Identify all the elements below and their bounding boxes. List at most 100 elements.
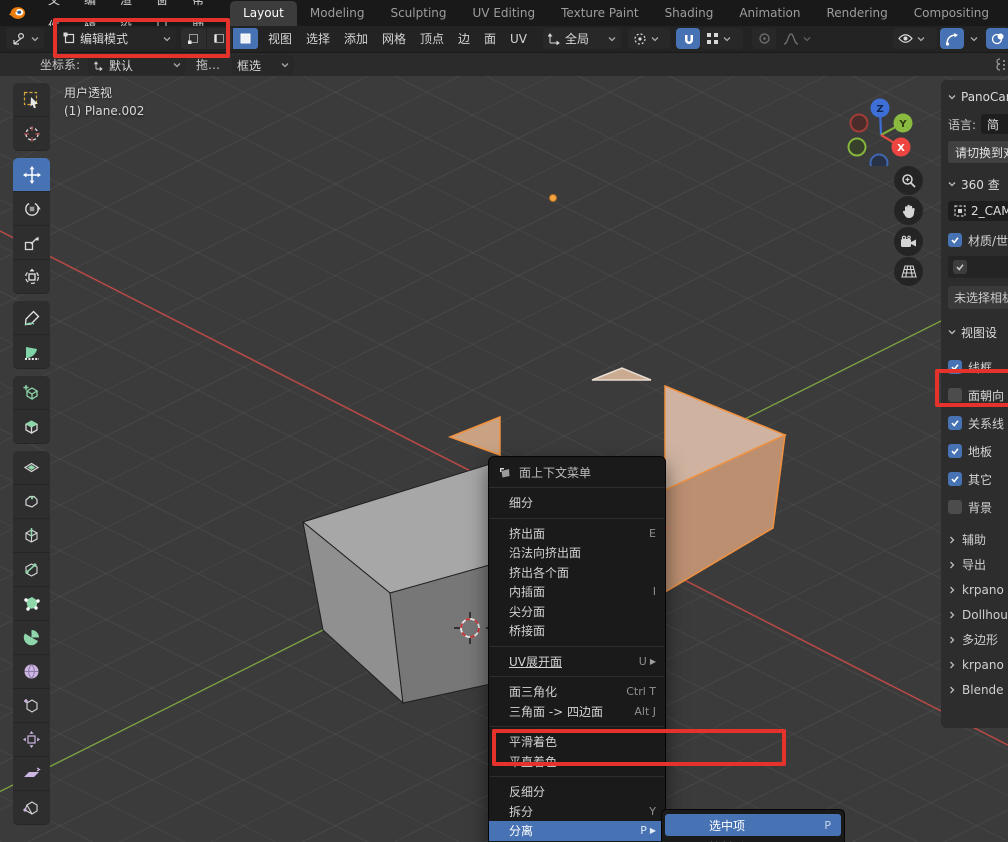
tab-shading[interactable]: Shading: [652, 1, 727, 26]
select-tool-dropdown[interactable]: 框选: [232, 55, 294, 75]
menu-item-uv-unwrap[interactable]: UV展开面U▶: [489, 652, 665, 672]
tool-shear[interactable]: [13, 757, 50, 791]
tab-layout[interactable]: Layout: [230, 1, 297, 26]
tab-compositing[interactable]: Compositing: [901, 1, 1002, 26]
gizmo-minus-z-axis[interactable]: [871, 155, 888, 167]
panel-section-polygon[interactable]: 多边形: [948, 627, 1008, 652]
menu-item-bridge-faces[interactable]: 桥接面: [489, 621, 665, 641]
tab-modeling[interactable]: Modeling: [297, 1, 378, 26]
menu-item-extrude-along-normals[interactable]: 沿法向挤出面: [489, 543, 665, 563]
tool-annotate[interactable]: [13, 301, 50, 335]
tool-edge-slide[interactable]: [13, 689, 50, 723]
checkbox-checked[interactable]: [953, 260, 967, 274]
menu-item-triangulate[interactable]: 面三角化Ctrl T: [489, 682, 665, 702]
menu-view[interactable]: 视图: [268, 26, 292, 52]
tool-cursor[interactable]: [13, 117, 50, 151]
menu-edge[interactable]: 边: [458, 26, 470, 52]
tool-scale[interactable]: [13, 226, 50, 260]
checkbox-checked[interactable]: [948, 416, 962, 430]
menu-item-separate[interactable]: 分离P▶: [489, 821, 665, 841]
tool-select-box[interactable]: [13, 83, 50, 117]
show-overlays-toggle[interactable]: [986, 28, 1008, 49]
menu-item-extrude-faces[interactable]: 挤出面E: [489, 524, 665, 544]
checkbox-checked[interactable]: [948, 444, 962, 458]
tool-add-cube[interactable]: [13, 376, 50, 410]
panel-section-dollhouse[interactable]: Dollhou: [948, 602, 1008, 627]
floor-checkbox-row[interactable]: 地板: [948, 441, 1008, 461]
proportional-falloff-dropdown[interactable]: [778, 28, 822, 49]
viewport-3d[interactable]: 用户透视 (1) Plane.002: [0, 76, 1008, 842]
switch-button[interactable]: 请切换到对: [948, 141, 1008, 163]
gray-cube[interactable]: [303, 461, 500, 703]
tab-sculpting[interactable]: Sculpting: [377, 1, 459, 26]
tool-rip-region[interactable]: [13, 791, 50, 825]
menu-uv[interactable]: UV: [510, 26, 527, 52]
tool-measure[interactable]: [13, 335, 50, 369]
panel-section-krpano-2[interactable]: krpano: [948, 652, 1008, 677]
snap-toggle-button[interactable]: [676, 28, 700, 49]
bool-option-row[interactable]: [948, 256, 1008, 278]
menu-item-split[interactable]: 拆分Y: [489, 802, 665, 822]
tab-rendering[interactable]: Rendering: [814, 1, 901, 26]
snap-target-dropdown[interactable]: [701, 28, 743, 49]
checkbox-checked[interactable]: [948, 472, 962, 486]
menu-item-extrude-individual[interactable]: 挤出各个面: [489, 563, 665, 583]
tool-knife[interactable]: [13, 553, 50, 587]
pan-button[interactable]: [894, 196, 923, 225]
tool-poly-build[interactable]: [13, 587, 50, 621]
pivot-point-dropdown[interactable]: [628, 28, 670, 49]
checkbox-checked[interactable]: [948, 233, 962, 247]
menu-item-poke-faces[interactable]: 尖分面: [489, 602, 665, 622]
tool-transform[interactable]: [13, 260, 50, 294]
show-visibility-dropdown[interactable]: [893, 28, 937, 49]
panel-section-export[interactable]: 导出: [948, 552, 1008, 577]
tool-rotate[interactable]: [13, 192, 50, 226]
menu-item-unsubdivide[interactable]: 反细分: [489, 782, 665, 802]
proportional-editing-button[interactable]: [752, 28, 776, 49]
tool-loop-cut[interactable]: [13, 519, 50, 553]
menu-item-inset-faces[interactable]: 内插面I: [489, 582, 665, 602]
editor-type-dropdown[interactable]: [6, 28, 44, 49]
zoom-button[interactable]: [894, 166, 923, 195]
transform-orientation-dropdown[interactable]: 全局: [543, 28, 621, 49]
gizmo-minus-y-axis[interactable]: [849, 139, 866, 156]
menu-add[interactable]: 添加: [344, 26, 368, 52]
tab-texture-paint[interactable]: Texture Paint: [548, 1, 651, 26]
panel-section-blender[interactable]: Blende: [948, 677, 1008, 702]
menu-item-subdivide[interactable]: 细分: [489, 493, 665, 513]
menu-vertex[interactable]: 顶点: [420, 26, 444, 52]
menu-item-tris-to-quads[interactable]: 三角面 -> 四边面Alt J: [489, 702, 665, 722]
tool-move[interactable]: [13, 158, 50, 192]
menu-face[interactable]: 面: [484, 26, 496, 52]
panel-section-assist[interactable]: 辅助: [948, 527, 1008, 552]
tool-extrude-region[interactable]: [13, 410, 50, 444]
gizmo-dropdown[interactable]: [965, 28, 985, 49]
navigation-gizmo[interactable]: Z Y X: [846, 86, 920, 166]
menu-mesh[interactable]: 网格: [382, 26, 406, 52]
tab-geometry-nodes[interactable]: Geometry Nodes: [1002, 1, 1008, 26]
camera-view-button[interactable]: [894, 227, 923, 256]
toggle-perspective-button[interactable]: [894, 257, 923, 286]
panel-section-panocam[interactable]: PanoCam: [948, 86, 1008, 108]
panel-section-viewport-settings[interactable]: 视图设: [948, 321, 1008, 343]
panel-section-krpano-1[interactable]: krpano: [948, 577, 1008, 602]
tab-animation[interactable]: Animation: [726, 1, 813, 26]
relationship-lines-checkbox-row[interactable]: 关系线: [948, 413, 1008, 433]
region-options-icon[interactable]: [994, 58, 1006, 72]
tab-uv-editing[interactable]: UV Editing: [460, 1, 549, 26]
material-world-checkbox-row[interactable]: 材质/世: [948, 230, 1008, 250]
menu-select[interactable]: 选择: [306, 26, 330, 52]
panel-section-360view[interactable]: 360 查: [948, 173, 1008, 195]
select-mode-face-button[interactable]: [233, 28, 258, 49]
camera-object-field[interactable]: 2_CAM: [948, 201, 1008, 221]
tool-inset-faces[interactable]: [13, 451, 50, 485]
tool-spin[interactable]: [13, 621, 50, 655]
others-checkbox-row[interactable]: 其它: [948, 469, 1008, 489]
gizmo-minus-x-axis[interactable]: [851, 115, 868, 132]
background-checkbox-row[interactable]: 背景: [948, 497, 1008, 517]
submenu-item-by-material[interactable]: 按材质P: [665, 836, 841, 842]
tool-shrink-fatten[interactable]: [13, 723, 50, 757]
show-gizmo-toggle[interactable]: [940, 28, 964, 49]
language-dropdown[interactable]: 简: [981, 114, 1008, 134]
coord-system-dropdown[interactable]: 默认: [88, 55, 186, 75]
